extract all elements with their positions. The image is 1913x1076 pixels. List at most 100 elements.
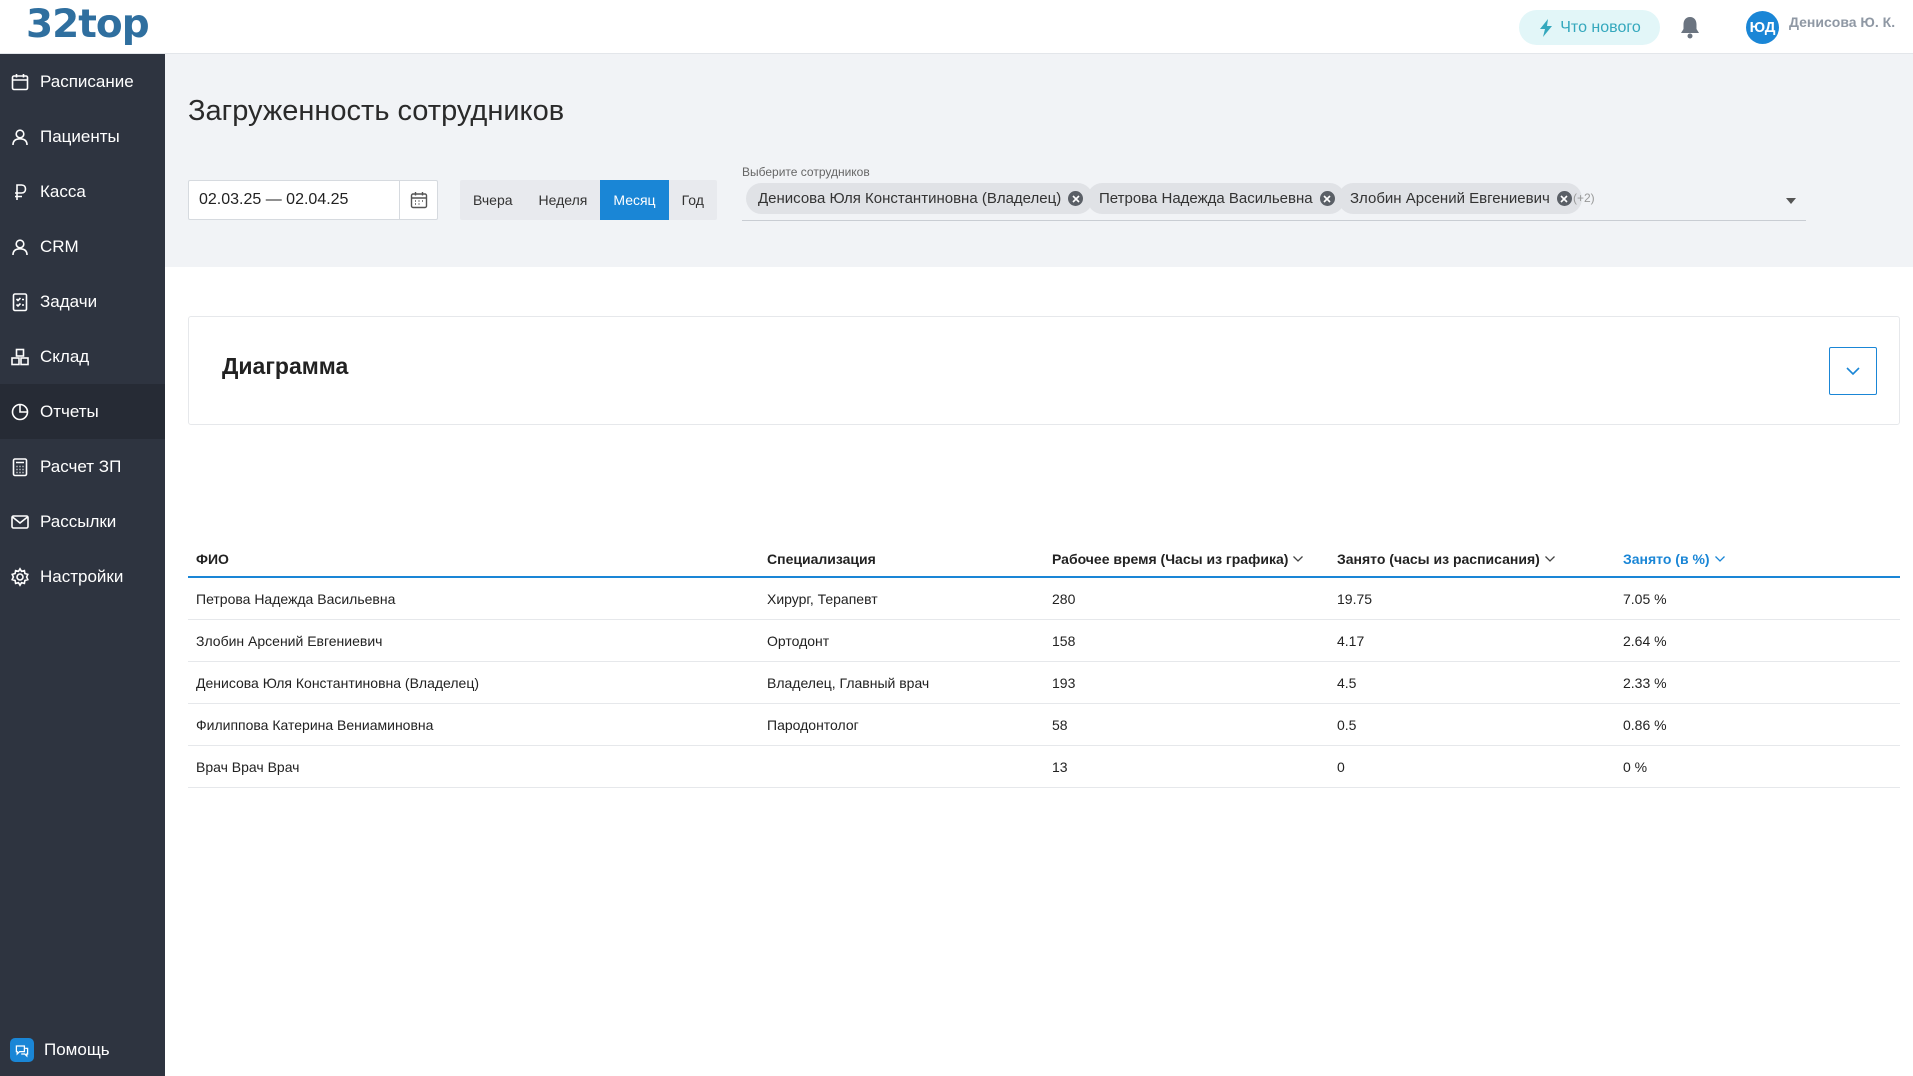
sidebar-item-label: Настройки [40,566,124,586]
whats-new-button[interactable]: Что нового [1519,10,1660,45]
cell-name: Врач Врач Врач [196,759,300,775]
sidebar: Расписание Пациенты Касса CRM Задачи Скл… [0,54,165,1076]
gear-icon [9,566,31,588]
employee-chip: Петрова Надежда Васильевна [1087,183,1345,214]
remove-chip-icon[interactable] [1556,191,1572,206]
calendar-icon [410,192,427,209]
user-name[interactable]: Денисова Ю. К. [1789,14,1895,30]
period-year-button[interactable]: Год [669,180,717,220]
sort-chevron-icon [1544,556,1555,562]
tasks-icon [9,291,31,313]
user-icon [9,126,31,148]
cell-busy-hours: 0.5 [1337,717,1357,733]
avatar[interactable]: ЮД [1746,11,1779,44]
filter-panel [165,54,1913,267]
sidebar-item-warehouse[interactable]: Склад [0,333,165,380]
sidebar-item-label: Рассылки [40,511,117,531]
calendar-button[interactable] [399,181,437,219]
more-employees-count: (+2) [1573,191,1595,205]
sidebar-item-label: CRM [40,236,79,256]
sidebar-item-settings[interactable]: Настройки [0,553,165,600]
column-header-work-hours[interactable]: Рабочее время (Часы из графика) [1052,551,1304,567]
boxes-icon [9,346,31,368]
sidebar-item-patients[interactable]: Пациенты [0,113,165,160]
cell-busy-percent: 0.86 % [1623,717,1667,733]
top-header: 32top Что нового ЮД Денисова Ю. К. [0,0,1913,54]
employees-select-label: Выберите сотрудников [742,165,870,179]
crm-icon [9,236,31,258]
diagram-title: Диаграмма [222,353,349,379]
diagram-card: Диаграмма [188,316,1900,425]
employee-chip-label: Злобин Арсений Евгениевич [1350,190,1550,207]
cell-busy-percent: 2.33 % [1623,675,1667,691]
cell-work-hours: 58 [1052,717,1068,733]
sidebar-item-label: Пациенты [40,126,120,146]
cell-busy-hours: 19.75 [1337,591,1373,607]
whats-new-label: Что нового [1560,18,1641,36]
sidebar-item-reports[interactable]: Отчеты [0,384,165,439]
help-button[interactable]: Помощь [0,1030,165,1070]
cell-name: Петрова Надежда Васильевна [196,591,396,607]
table-header: ФИО Специализация Рабочее время (Часы из… [188,542,1900,578]
cell-name: Злобин Арсений Евгениевич [196,633,383,649]
sidebar-item-mailings[interactable]: Рассылки [0,498,165,545]
table-row: Петрова Надежда Васильевна Хирург, Терап… [188,578,1900,620]
cell-name: Денисова Юля Константиновна (Владелец) [196,675,479,691]
cell-busy-hours: 4.5 [1337,675,1357,691]
cell-work-hours: 280 [1052,591,1076,607]
remove-chip-icon[interactable] [1319,191,1335,206]
chevron-down-icon [1846,367,1860,376]
cell-busy-hours: 0 [1337,759,1345,775]
help-label: Помощь [44,1040,110,1059]
sidebar-item-payroll[interactable]: Расчет ЗП [0,443,165,490]
expand-diagram-button[interactable] [1829,347,1877,395]
sidebar-item-tasks[interactable]: Задачи [0,278,165,325]
sidebar-item-label: Расчет ЗП [40,456,122,476]
period-selector: Вчера Неделя Месяц Год [460,180,717,220]
sidebar-item-label: Задачи [40,291,98,311]
cell-name: Филиппова Катерина Вениаминовна [196,717,434,733]
lightning-icon [1540,18,1553,37]
column-header-specialization: Специализация [767,551,876,567]
cell-specialization: Владелец, Главный врач [767,675,930,691]
cell-specialization: Ортодонт [767,633,830,649]
calculator-icon [9,456,31,478]
date-range-picker[interactable]: 02.03.25 — 02.04.25 [188,180,438,220]
table-row: Злобин Арсений Евгениевич Ортодонт 158 4… [188,620,1900,662]
employee-chip-label: Петрова Надежда Васильевна [1099,190,1313,207]
cell-busy-percent: 7.05 % [1623,591,1667,607]
sidebar-item-crm[interactable]: CRM [0,223,165,270]
period-yesterday-button[interactable]: Вчера [460,180,526,220]
mail-icon [9,511,31,533]
cell-busy-percent: 0 % [1623,759,1648,775]
cell-busy-percent: 2.64 % [1623,633,1667,649]
employee-chip: Злобин Арсений Евгениевич [1338,183,1582,214]
table-row: Врач Врач Врач 13 0 0 % [188,746,1900,788]
sidebar-item-label: Отчеты [40,401,99,421]
workload-table: ФИО Специализация Рабочее время (Часы из… [188,542,1900,788]
cell-specialization: Хирург, Терапевт [767,591,878,607]
period-month-button[interactable]: Месяц [600,180,669,220]
sidebar-item-cashbox[interactable]: Касса [0,168,165,215]
table-row: Филиппова Катерина Вениаминовна Пародонт… [188,704,1900,746]
help-chat-icon [10,1038,34,1062]
cell-work-hours: 193 [1052,675,1076,691]
sidebar-item-schedule[interactable]: Расписание [0,58,165,105]
period-week-button[interactable]: Неделя [526,180,601,220]
date-range-value[interactable]: 02.03.25 — 02.04.25 [199,191,348,209]
sidebar-item-label: Расписание [40,71,134,91]
cell-work-hours: 13 [1052,759,1068,775]
column-header-busy-hours[interactable]: Занято (часы из расписания) [1337,551,1556,567]
employee-chip: Денисова Юля Константиновна (Владелец) [746,183,1094,214]
remove-chip-icon[interactable] [1068,191,1084,206]
logo[interactable]: 32top [26,2,150,47]
sort-chevron-icon [1714,556,1725,562]
employees-select[interactable]: Денисова Юля Константиновна (Владелец) П… [742,180,1806,221]
column-header-name: ФИО [196,551,229,567]
dropdown-arrow-icon[interactable] [1786,198,1796,204]
sidebar-item-label: Склад [40,346,90,366]
column-header-busy-percent[interactable]: Занято (в %) [1623,551,1726,567]
cell-busy-hours: 4.17 [1337,633,1365,649]
bell-icon[interactable] [1679,15,1701,39]
sidebar-item-label: Касса [40,181,86,201]
